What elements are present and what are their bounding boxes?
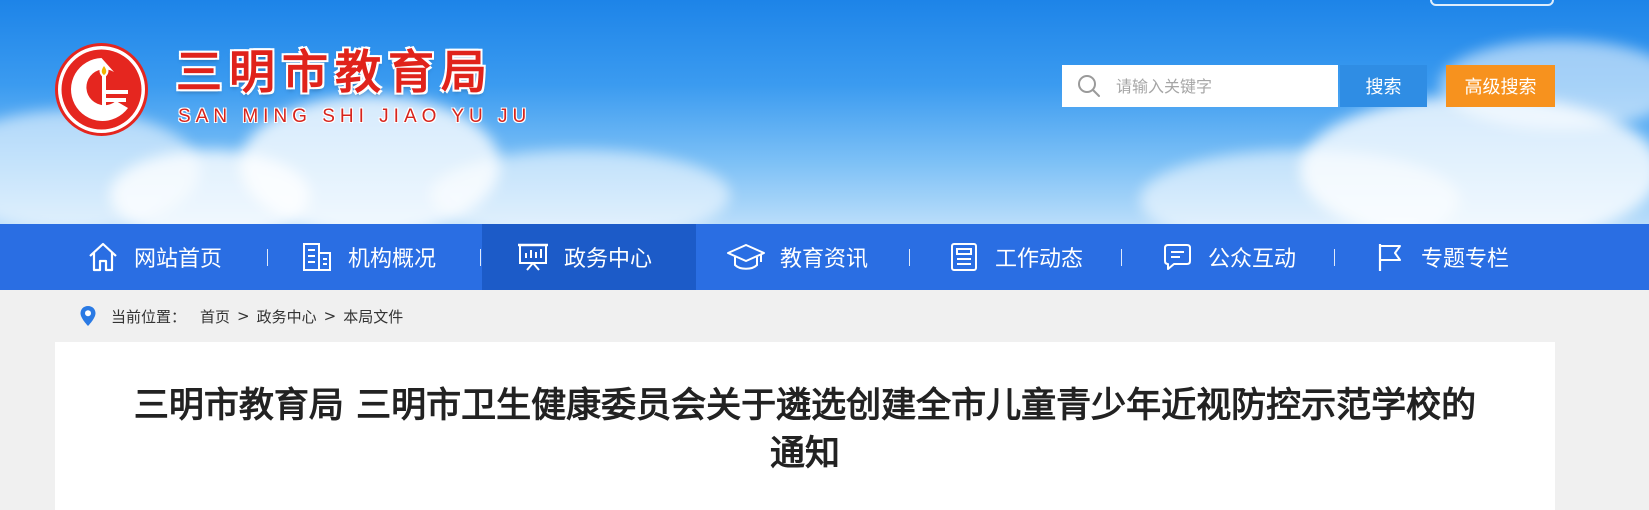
search-input[interactable] xyxy=(1114,75,1318,97)
main-nav: 网站首页 机构概况 政务中心 教育资讯 工作动态 公众互动 专题专栏 xyxy=(0,224,1649,290)
nav-divider xyxy=(480,249,481,266)
nav-item-label: 专题专栏 xyxy=(1421,247,1510,272)
nav-item-special-topics[interactable]: 专题专栏 xyxy=(1373,224,1509,290)
home-icon xyxy=(89,242,117,272)
location-pin-icon xyxy=(80,306,96,326)
breadcrumb-home-link[interactable]: 首页 xyxy=(200,306,230,327)
building-icon xyxy=(303,243,331,271)
nav-item-label: 公众互动 xyxy=(1208,247,1297,272)
nav-divider xyxy=(267,249,268,266)
logo-emblem-icon xyxy=(61,49,142,130)
site-pinyin: SAN MING SHI JIAO YU JU xyxy=(178,106,532,127)
breadcrumb: 当前位置： 首页 > 政务中心 > 本局文件 xyxy=(55,290,1555,342)
chat-icon xyxy=(1164,244,1191,270)
search-button[interactable]: 搜索 xyxy=(1340,65,1427,107)
article-title: 三明市教育局 三明市卫生健康委员会关于遴选创建全市儿童青少年近视防控示范学校的通… xyxy=(133,386,1477,474)
flag-icon xyxy=(1378,244,1401,271)
nav-divider xyxy=(1334,249,1335,266)
nav-item-label: 机构概况 xyxy=(348,247,437,272)
nav-item-public-interaction[interactable]: 公众互动 xyxy=(1160,224,1296,290)
site-header: 三明市教育局 SAN MING SHI JIAO YU JU 搜索 高级搜索 xyxy=(0,0,1649,224)
article-panel: 三明市教育局 三明市卫生健康委员会关于遴选创建全市儿童青少年近视防控示范学校的通… xyxy=(55,342,1555,510)
nav-item-label: 工作动态 xyxy=(995,247,1084,272)
breadcrumb-separator: > xyxy=(323,307,337,325)
breadcrumb-government-center-link[interactable]: 政务中心 xyxy=(257,306,317,327)
graduation-cap-icon xyxy=(727,244,765,270)
nav-item-education-news[interactable]: 教育资讯 xyxy=(726,224,868,290)
nav-item-label: 政务中心 xyxy=(564,247,653,272)
nav-item-home[interactable]: 网站首页 xyxy=(86,224,222,290)
nav-divider xyxy=(909,249,910,266)
news-icon xyxy=(951,243,977,271)
site-logo[interactable] xyxy=(55,43,148,136)
nav-item-label: 网站首页 xyxy=(134,247,223,272)
search-icon xyxy=(1078,75,1100,97)
search-box xyxy=(1062,65,1338,107)
breadcrumb-documents-link[interactable]: 本局文件 xyxy=(343,306,403,327)
top-edge-decoration xyxy=(1430,0,1554,6)
nav-item-government-center[interactable]: 政务中心 xyxy=(482,224,696,290)
advanced-search-button[interactable]: 高级搜索 xyxy=(1446,65,1555,107)
nav-item-work-updates[interactable]: 工作动态 xyxy=(947,224,1083,290)
site-title: 三明市教育局 xyxy=(176,46,494,98)
breadcrumb-separator: > xyxy=(237,307,250,325)
presentation-icon xyxy=(518,243,548,271)
nav-item-label: 教育资讯 xyxy=(780,247,869,272)
breadcrumb-label: 当前位置： xyxy=(111,307,187,326)
nav-item-organization[interactable]: 机构概况 xyxy=(300,224,436,290)
nav-divider xyxy=(1121,249,1122,266)
